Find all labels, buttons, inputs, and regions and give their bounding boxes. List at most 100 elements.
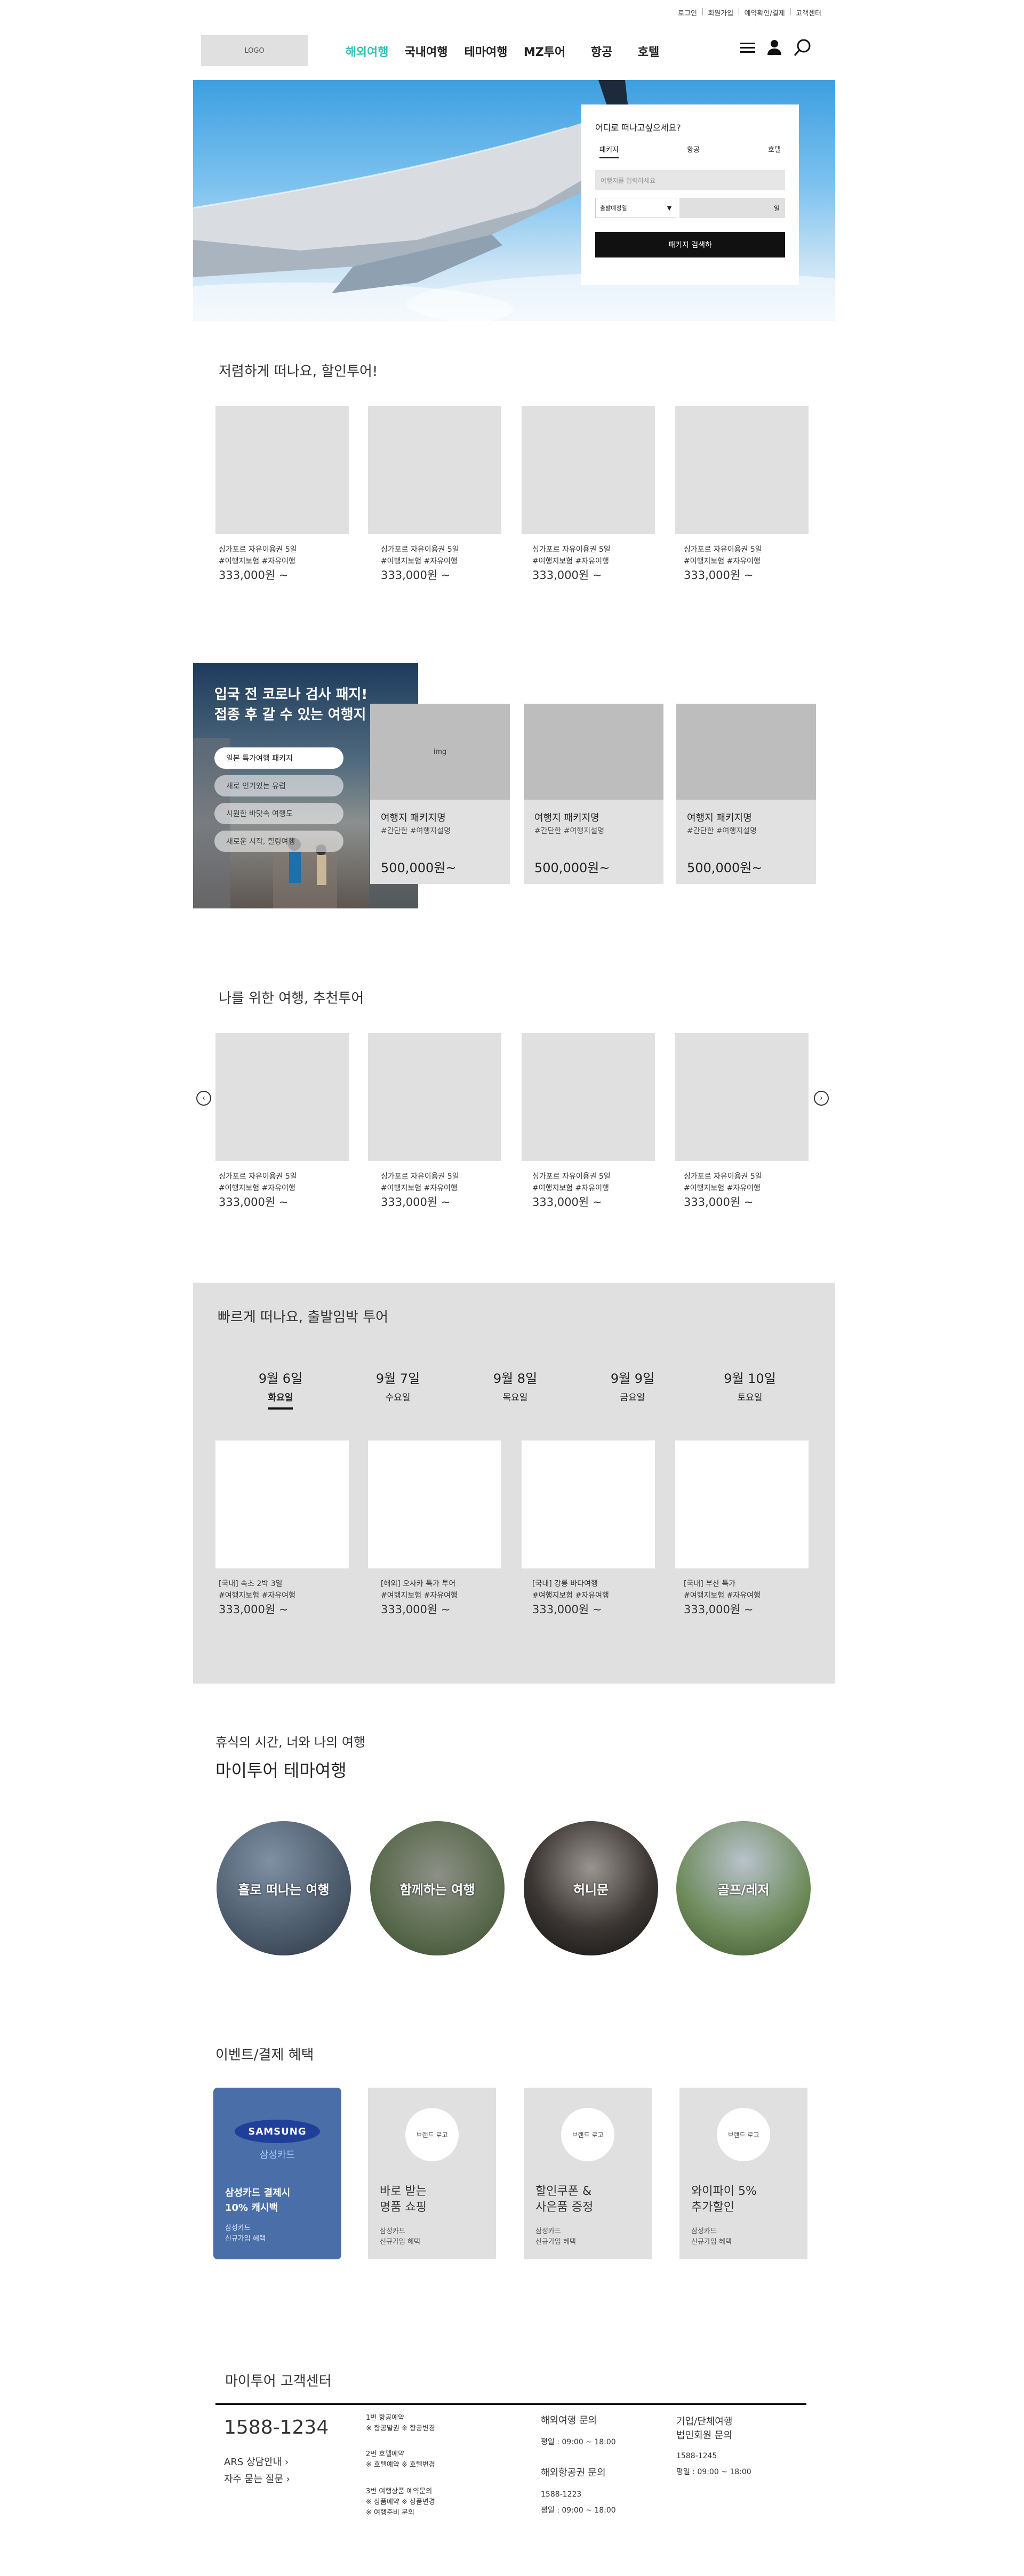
theme-label: 골프/레저 [717, 1882, 770, 1897]
departure-item-image[interactable] [368, 1440, 501, 1568]
reservation-link[interactable]: 예약확인/결제 [745, 7, 785, 18]
discount-item-image[interactable] [675, 406, 809, 534]
promo-button-europe[interactable]: 새로 인기있는 유럽 [214, 775, 343, 796]
recommend-item[interactable]: 싱가포르 자유이용권 5일 #여행지보험 #자유여행 333,000원 ~ [219, 1171, 357, 1210]
nav-overseas[interactable]: 해외여행 [338, 43, 396, 60]
departure-date-select[interactable]: 출발예정일 ▼ [595, 198, 677, 218]
departure-item-image[interactable] [215, 1440, 349, 1568]
departure-item[interactable]: [해외] 오사카 특가 투어 #여행지보험 #자유여행 333,000원 ~ [381, 1578, 519, 1617]
footer-divider [215, 2403, 806, 2405]
day-date: 9월 6일 [258, 1371, 303, 1386]
promo-button-healing[interactable]: 새로운 시작, 힐링여행 [214, 831, 343, 852]
faq-label: 자주 묻는 질문 [224, 2474, 283, 2485]
logo-text: LOGO [244, 46, 265, 55]
day-tab[interactable]: 9월 8일 목요일 [478, 1368, 553, 1403]
discount-item[interactable]: 싱가포르 자유이용권 5일 #여행지보험 #자유여행 333,000원 ~ [381, 544, 519, 583]
item-price: 333,000원 ~ [684, 1196, 754, 1209]
package-search-button[interactable]: 패키지 검색하 [595, 232, 785, 257]
recommend-item[interactable]: 싱가포르 자유이용권 5일 #여행지보험 #자유여행 333,000원 ~ [684, 1171, 822, 1210]
faq-link[interactable]: 자주 묻는 질문 › [224, 2474, 290, 2485]
item-name: [국내] 속초 2박 3일 [219, 1580, 283, 1588]
discount-item[interactable]: 싱가포르 자유이용권 5일 #여행지보험 #자유여행 333,000원 ~ [219, 544, 357, 583]
days-input[interactable]: 일 [679, 198, 785, 218]
ars-label: ARS 상담안내 [224, 2457, 282, 2468]
day-tab[interactable]: 9월 9일 금요일 [595, 1368, 670, 1403]
departure-item-image[interactable] [675, 1440, 809, 1568]
discount-item-image[interactable] [522, 406, 655, 534]
theme-honeymoon[interactable]: 허니문 [524, 1821, 658, 1955]
discount-item-image[interactable] [368, 406, 501, 534]
user-icon[interactable] [767, 39, 782, 55]
departure-item-image[interactable] [522, 1440, 655, 1568]
promo-button-japan[interactable]: 일본 특가여행 패키지 [214, 747, 343, 769]
search-icon[interactable] [794, 38, 812, 57]
event-card[interactable]: 브랜드 로고 와이파이 5% 추가할인 삼성카드 신규가입 혜택 [679, 2088, 807, 2259]
menu-icon[interactable] [740, 42, 755, 53]
brand-logo: 브랜드 로고 [561, 2108, 614, 2161]
recommend-item-image[interactable] [215, 1033, 349, 1161]
package-desc: #간단한 #여행지설명 [687, 827, 757, 835]
theme-golf[interactable]: 골프/레저 [676, 1821, 811, 1955]
recommend-item[interactable]: 싱가포르 자유이용권 5일 #여행지보험 #자유여행 333,000원 ~ [532, 1171, 671, 1210]
menu-sub: ※ 상품예약 ※ 상품변경 [366, 2498, 435, 2506]
event-title-line1: 와이파이 5% [691, 2185, 757, 2198]
theme-solo[interactable]: 홀로 떠나는 여행 [217, 1821, 351, 1955]
item-name: 싱가포르 자유이용권 5일 [219, 545, 297, 554]
next-arrow-icon[interactable]: › [814, 1091, 829, 1106]
recommend-item-image[interactable] [675, 1033, 809, 1161]
discount-title: 저렴하게 떠나요, 할인투어! [219, 364, 378, 380]
promo-button-sea[interactable]: 시원한 바닷속 여행도 [214, 803, 343, 824]
footer-phone: 1588-1234 [224, 2417, 329, 2438]
item-tags: #여행지보험 #자유여행 [684, 1184, 761, 1193]
item-tags: #여행지보험 #자유여행 [381, 1591, 458, 1600]
package-card[interactable]: 여행지 패키지명 #간단한 #여행지설명 500,000원~ [524, 704, 663, 884]
departure-item[interactable]: [국내] 속초 2박 3일 #여행지보험 #자유여행 333,000원 ~ [219, 1578, 357, 1617]
tab-package[interactable]: 패키지 [599, 144, 619, 158]
nav-theme[interactable]: 테마여행 [456, 43, 516, 60]
recommend-item[interactable]: 싱가포르 자유이용권 5일 #여행지보험 #자유여행 333,000원 ~ [381, 1171, 519, 1210]
logo[interactable]: LOGO [201, 35, 308, 66]
signup-link[interactable]: 회원가입 [708, 7, 733, 18]
login-link[interactable]: 로그인 [678, 7, 697, 18]
event-sub-line2: 신규가입 혜택 [225, 2235, 266, 2243]
departure-item[interactable]: [국내] 부산 특가 #여행지보험 #자유여행 333,000원 ~ [684, 1578, 822, 1617]
day-tab[interactable]: 9월 6일 화요일 [243, 1368, 318, 1410]
day-tab[interactable]: 9월 10일 토요일 [713, 1368, 787, 1403]
footer-title: 마이투어 고객센터 [225, 2373, 332, 2389]
nav-domestic[interactable]: 국내여행 [396, 43, 456, 60]
recommend-item-image[interactable] [368, 1033, 501, 1161]
samsung-logo: SAMSUNG [235, 2120, 320, 2143]
recommend-item-image[interactable] [522, 1033, 655, 1161]
day-tab[interactable]: 9월 7일 수요일 [361, 1368, 435, 1403]
tab-hotel[interactable]: 호텔 [768, 144, 781, 158]
discount-item[interactable]: 싱가포르 자유이용권 5일 #여행지보험 #자유여행 333,000원 ~ [532, 544, 671, 583]
package-price: 500,000원~ [381, 860, 457, 875]
day-weekday: 화요일 [268, 1390, 293, 1410]
theme-together[interactable]: 함께하는 여행 [370, 1821, 505, 1955]
package-card[interactable]: img 여행지 패키지명 #간단한 #여행지설명 500,000원~ [370, 704, 510, 884]
tab-air[interactable]: 항공 [687, 144, 700, 158]
search-title: 어디로 떠나고싶으세요? [595, 123, 681, 133]
discount-item-image[interactable] [215, 406, 349, 534]
item-price: 333,000원 ~ [381, 1196, 451, 1209]
prev-arrow-icon[interactable]: ‹ [196, 1091, 211, 1106]
discount-item[interactable]: 싱가포르 자유이용권 5일 #여행지보험 #자유여행 333,000원 ~ [684, 544, 822, 583]
customer-center-link[interactable]: 고객센터 [796, 7, 821, 18]
event-sub-line1: 삼성카드 [691, 2227, 717, 2235]
event-title-line2: 10% 캐시백 [225, 2202, 278, 2213]
air-inquiry-phone: 1588-1223 [541, 2490, 582, 2499]
destination-input[interactable]: 여행지를 입력하세요 [595, 170, 785, 190]
ars-link[interactable]: ARS 상담안내 › [224, 2457, 289, 2468]
nav-hotel[interactable]: 호텔 [630, 43, 667, 60]
nav-mz-tour[interactable]: MZ투어 [516, 43, 573, 60]
event-sub-line2: 신규가입 혜택 [380, 2238, 420, 2246]
package-card[interactable]: 여행지 패키지명 #간단한 #여행지설명 500,000원~ [676, 704, 816, 884]
event-card[interactable]: 브랜드 로고 바로 받는 명품 쇼핑 삼성카드 신규가입 혜택 [368, 2088, 496, 2259]
item-price: 333,000원 ~ [684, 1603, 754, 1616]
event-card[interactable]: 브랜드 로고 할인쿠폰 & 사은품 증정 삼성카드 신규가입 혜택 [524, 2088, 652, 2259]
departure-item[interactable]: [국내] 강릉 바다여행 #여행지보험 #자유여행 333,000원 ~ [532, 1578, 671, 1617]
promo-title-line1: 입국 전 코로나 검사 패지! [214, 687, 368, 703]
item-tags: #여행지보험 #자유여행 [219, 557, 295, 566]
samsung-card-event[interactable]: SAMSUNG 삼성카드 삼성카드 결제시 10% 캐시백 삼성카드 신규가입 … [213, 2088, 341, 2259]
nav-air[interactable]: 항공 [573, 43, 630, 60]
